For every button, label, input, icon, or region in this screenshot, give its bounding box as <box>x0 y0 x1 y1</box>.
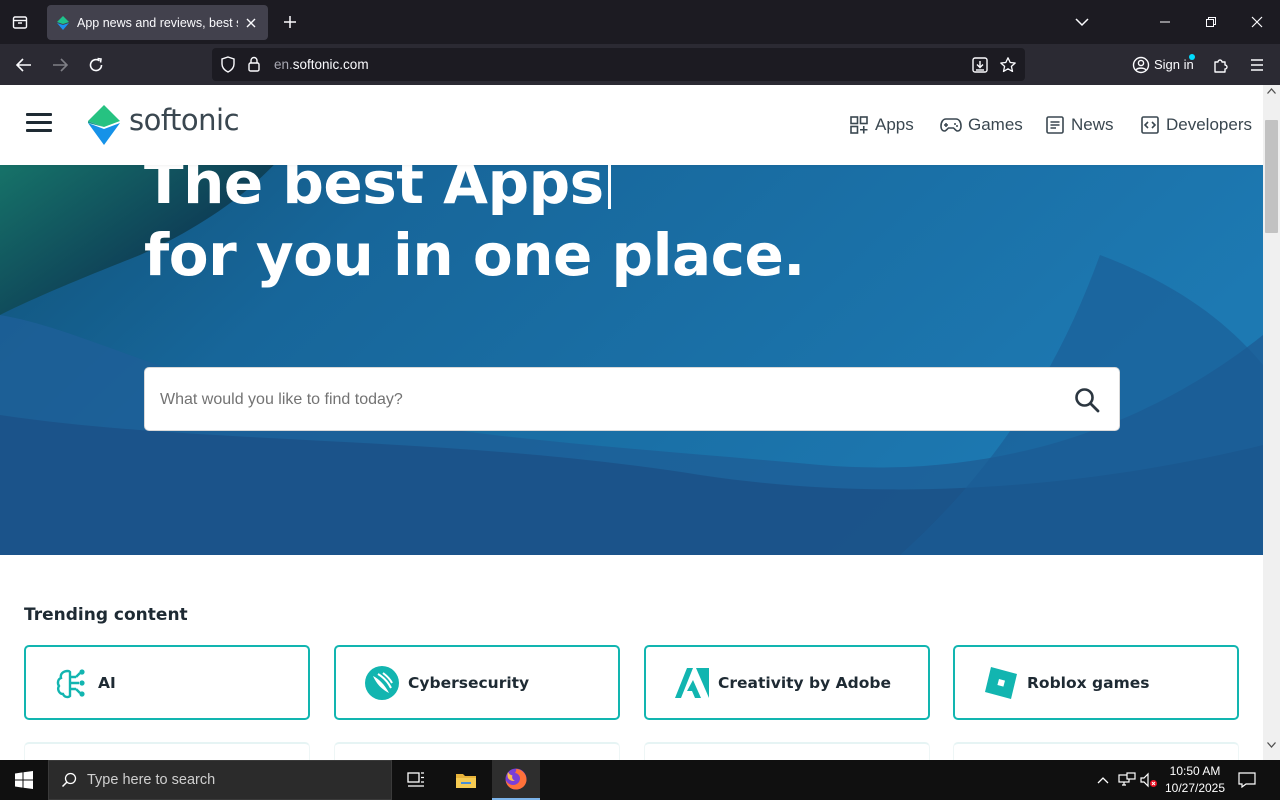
nav-news-label: News <box>1071 115 1114 134</box>
network-icon[interactable] <box>1118 771 1136 789</box>
next-row-card[interactable] <box>644 742 930 760</box>
app-menu-icon[interactable] <box>1242 50 1272 80</box>
firefox-taskbar-icon[interactable] <box>492 760 540 800</box>
next-row-card[interactable] <box>24 742 310 760</box>
taskbar-search-box[interactable]: Type here to search <box>48 760 392 800</box>
page-scrollbar[interactable] <box>1263 85 1280 760</box>
account-icon <box>1132 56 1150 73</box>
close-tab-icon[interactable] <box>242 14 260 32</box>
sign-in-button[interactable]: Sign in <box>1124 48 1200 81</box>
code-icon <box>1140 115 1160 135</box>
task-view-icon[interactable] <box>392 760 440 800</box>
list-all-tabs-icon[interactable] <box>1070 10 1094 34</box>
gamepad-icon <box>940 116 962 134</box>
tab-title: App news and reviews, best soft <box>77 15 239 30</box>
news-icon <box>1045 115 1065 135</box>
tab-list-icon[interactable] <box>6 8 34 36</box>
nav-apps-link[interactable]: Apps <box>849 113 914 137</box>
taskbar-clock[interactable]: 10:50 AM 10/27/2025 <box>1160 763 1230 797</box>
trending-card-ai[interactable]: AI <box>24 645 310 720</box>
trending-card-cybersecurity[interactable]: Cybersecurity <box>334 645 620 720</box>
hero-headline-line2: for you in one place. <box>144 221 805 289</box>
close-window-icon[interactable] <box>1234 0 1280 44</box>
browser-tab-bar: App news and reviews, best soft <box>0 0 1280 44</box>
search-icon <box>61 772 77 788</box>
browser-navigation-bar: en.softonic.com Sign in <box>0 44 1280 85</box>
trending-card-adobe[interactable]: Creativity by Adobe <box>644 645 930 720</box>
reload-icon[interactable] <box>81 50 111 80</box>
trending-card-roblox[interactable]: Roblox games <box>953 645 1239 720</box>
windows-taskbar: Type here to search 10:50 AM 10/27/2025 <box>0 760 1280 800</box>
scroll-down-arrow-icon[interactable] <box>1267 742 1276 748</box>
adobe-icon <box>672 663 712 703</box>
back-arrow-icon[interactable] <box>9 50 39 80</box>
clock-date: 10/27/2025 <box>1164 781 1226 795</box>
notifications-icon[interactable] <box>1238 771 1256 789</box>
cybersecurity-icon <box>362 663 402 703</box>
browser-tab-active[interactable]: App news and reviews, best soft <box>47 5 268 40</box>
save-to-pocket-icon[interactable] <box>970 55 990 75</box>
minimize-window-icon[interactable] <box>1142 0 1188 44</box>
taskbar-search-placeholder: Type here to search <box>87 772 216 788</box>
nav-games-link[interactable]: Games <box>940 113 1023 137</box>
site-search-input[interactable] <box>160 386 1040 414</box>
softonic-logo-icon[interactable] <box>86 105 122 145</box>
nav-developers-link[interactable]: Developers <box>1140 113 1252 137</box>
trending-card-ai-label: AI <box>98 673 116 692</box>
bookmark-star-icon[interactable] <box>998 55 1018 75</box>
forward-arrow-icon[interactable] <box>45 50 75 80</box>
softonic-favicon-icon <box>57 15 69 30</box>
new-tab-icon[interactable] <box>278 10 302 34</box>
extensions-puzzle-icon[interactable] <box>1206 50 1236 80</box>
lock-icon[interactable] <box>247 56 261 77</box>
apps-grid-icon <box>849 115 869 135</box>
windows-start-icon[interactable] <box>0 760 48 800</box>
url-subdomain: en. <box>274 57 293 72</box>
roblox-icon <box>981 663 1021 703</box>
restore-window-icon[interactable] <box>1188 0 1234 44</box>
nav-developers-label: Developers <box>1166 115 1252 134</box>
page-viewport: The best Apps for you in one place. soft… <box>0 85 1263 760</box>
next-row-card[interactable] <box>953 742 1239 760</box>
notification-dot <box>1189 54 1195 60</box>
trending-section-title: Trending content <box>24 605 188 625</box>
file-explorer-icon[interactable] <box>442 760 490 800</box>
scroll-up-arrow-icon[interactable] <box>1267 88 1276 94</box>
show-hidden-icons-chevron-icon[interactable] <box>1094 771 1112 789</box>
site-search-box <box>144 367 1120 431</box>
trending-card-cybersecurity-label: Cybersecurity <box>408 673 530 692</box>
scrollbar-thumb[interactable] <box>1265 120 1278 233</box>
nav-games-label: Games <box>968 115 1023 134</box>
tracking-protection-shield-icon[interactable] <box>220 56 236 78</box>
url-text[interactable]: en.softonic.com <box>274 57 369 72</box>
softonic-logo-text[interactable]: softonic <box>129 103 240 137</box>
nav-news-link[interactable]: News <box>1045 113 1114 137</box>
site-menu-hamburger-icon[interactable] <box>26 113 54 137</box>
volume-muted-icon[interactable] <box>1140 771 1158 789</box>
trending-card-adobe-label: Creativity by Adobe <box>718 673 891 692</box>
url-domain: softonic.com <box>292 57 369 72</box>
nav-apps-label: Apps <box>875 115 914 134</box>
clock-time: 10:50 AM <box>1169 764 1221 778</box>
search-icon[interactable] <box>1071 384 1103 416</box>
ai-brain-icon <box>52 663 92 703</box>
next-row-card[interactable] <box>334 742 620 760</box>
address-bar[interactable]: en.softonic.com <box>212 48 1025 81</box>
trending-card-roblox-label: Roblox games <box>1027 673 1150 692</box>
site-header: softonic Apps Games News Developers <box>0 85 1263 165</box>
sign-in-label: Sign in <box>1154 57 1194 72</box>
